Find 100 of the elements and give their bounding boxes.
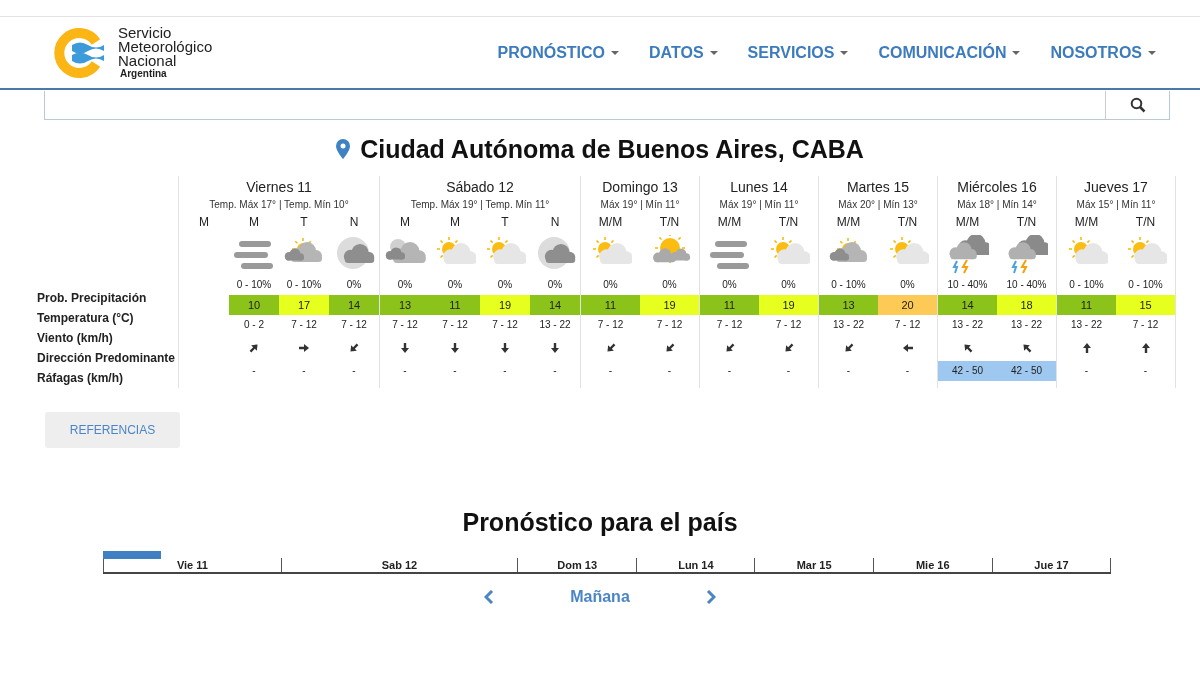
timeline-day[interactable]: Vie 11 xyxy=(103,558,281,572)
precipitation-value: 10 - 40% xyxy=(947,279,988,290)
wind-value: 13 - 22 xyxy=(1010,319,1043,330)
nav-menu-item[interactable]: DATOS xyxy=(649,43,718,62)
precipitation-value: 0% xyxy=(662,279,677,290)
row-label: Temperatura (°C) xyxy=(37,310,134,327)
search-icon xyxy=(1129,97,1146,113)
row-label: Dirección Predominante xyxy=(37,350,176,367)
temperature-cell: 14 xyxy=(530,295,580,315)
period-label: M xyxy=(400,214,410,231)
nav-menu-item[interactable]: COMUNICACIÓN xyxy=(878,43,1021,62)
timeline-day[interactable]: Mie 16 xyxy=(872,558,992,572)
period-label: N xyxy=(550,214,560,231)
day-name: Lunes 14 xyxy=(730,178,788,196)
precipitation-value: 0% xyxy=(397,279,413,290)
chevron-right-icon xyxy=(705,590,716,604)
temperature-cell: 17 xyxy=(279,295,329,315)
wind-value: 13 - 22 xyxy=(539,319,571,330)
period-label: N xyxy=(349,214,359,231)
period-label: T/N xyxy=(659,214,680,231)
day-summary: Máx 19° | Mín 11° xyxy=(719,198,799,212)
day-name: Domingo 13 xyxy=(602,178,678,196)
temperature-cell: 18 xyxy=(997,295,1056,315)
temperature-cell: 19 xyxy=(640,295,699,315)
temperature-cell: 14 xyxy=(938,295,997,315)
nav-menu-item[interactable]: SERVICIOS xyxy=(747,43,849,62)
temperature-cell: 11 xyxy=(430,295,480,315)
gust-value: - xyxy=(402,364,408,378)
temperature-cell: 11 xyxy=(581,295,640,315)
caret-icon xyxy=(1012,50,1021,55)
timeline-day[interactable]: Lun 14 xyxy=(636,558,755,572)
temperature-cell: 15 xyxy=(1116,295,1175,315)
wind-value: 0 - 2 xyxy=(244,319,264,330)
precipitation-value: 0% xyxy=(781,279,796,290)
day-name: Sábado 12 xyxy=(446,178,514,196)
gust-value: - xyxy=(904,364,911,378)
period-label: M/M xyxy=(1074,214,1099,231)
temperature-cell: 19 xyxy=(480,295,530,315)
day-summary: Máx 19° | Mín 11° xyxy=(600,198,680,212)
previous-button[interactable] xyxy=(484,590,495,604)
row-label: Ráfagas (km/h) xyxy=(37,370,124,387)
next-button[interactable] xyxy=(705,590,716,604)
day-summary: Máx 20° | Mín 13° xyxy=(838,198,918,212)
logo-text: Nacional xyxy=(118,54,177,68)
temperature-cell: 11 xyxy=(1057,295,1116,315)
gust-value: - xyxy=(785,364,792,378)
wind-value: 7 - 12 xyxy=(597,319,624,330)
nav-menu-item[interactable]: NOSOTROS xyxy=(1050,43,1156,62)
gust-value: - xyxy=(845,364,852,378)
timeline-day[interactable]: Dom 13 xyxy=(517,558,637,572)
period-label: T/N xyxy=(1135,214,1156,231)
gust-value: - xyxy=(1083,364,1090,378)
temperature-cell: 13 xyxy=(380,295,430,315)
day-name: Jueves 17 xyxy=(1084,178,1148,196)
gust-value: - xyxy=(726,364,733,378)
timeline-day[interactable]: Mar 15 xyxy=(754,558,873,572)
wind-value: 7 - 12 xyxy=(716,319,743,330)
day-summary: Temp. Máx 17° | Temp. Mín 10° xyxy=(209,198,349,212)
temperature-cell: 11 xyxy=(700,295,759,315)
period-label: T/N xyxy=(1016,214,1037,231)
day-summary: Máx 18° | Mín 14° xyxy=(957,198,1037,212)
logo-text: Meteorológico xyxy=(118,40,213,54)
timeline-day[interactable]: Sab 12 xyxy=(280,558,518,572)
precipitation-value: 0% xyxy=(346,279,362,290)
gust-value: - xyxy=(552,364,558,378)
precipitation-value: 0 - 10% xyxy=(236,279,272,290)
wind-value: 7 - 12 xyxy=(442,319,468,330)
precipitation-value: 0 - 10% xyxy=(831,279,866,290)
precipitation-value: 0 - 10% xyxy=(286,279,322,290)
location-pin-icon xyxy=(336,139,351,159)
wind-value: 7 - 12 xyxy=(1132,319,1159,330)
precipitation-value: 0% xyxy=(447,279,463,290)
wind-value: 13 - 22 xyxy=(1070,319,1103,330)
period-label: M xyxy=(199,214,209,231)
precipitation-value: 0% xyxy=(497,279,513,290)
gust-value: - xyxy=(452,364,458,378)
row-label: Viento (km/h) xyxy=(37,330,113,347)
gust-value: - xyxy=(502,364,508,378)
gust-alert-cell: 42 - 50 xyxy=(997,361,1056,381)
wind-value: 7 - 12 xyxy=(775,319,802,330)
timeline-bar[interactable]: Vie 11 Sab 12 Dom 13 Lun 14 Mar 15 Mie 16 Jue 17 xyxy=(103,551,1111,574)
search-field[interactable] xyxy=(44,91,1170,120)
temperature-cell: 19 xyxy=(759,295,818,315)
location-title: Ciudad Autónoma de Buenos Aires, CABA xyxy=(360,134,864,164)
period-label: T/N xyxy=(897,214,918,231)
temperature-cell: 14 xyxy=(329,295,379,315)
gust-value: - xyxy=(666,364,673,378)
temperature-cell: 13 xyxy=(819,295,878,315)
timeline-day[interactable]: Jue 17 xyxy=(991,558,1112,572)
period-label: M xyxy=(249,214,259,231)
temperature-cell: 10 xyxy=(229,295,279,315)
wind-value: 7 - 12 xyxy=(341,319,367,330)
caret-icon xyxy=(611,50,620,55)
period-label: Mañana xyxy=(570,588,630,606)
wind-value: 7 - 12 xyxy=(656,319,683,330)
nav-menu-item[interactable]: PRONÓSTICO xyxy=(497,43,620,62)
precipitation-value: 0 - 10% xyxy=(1069,279,1104,290)
gust-alert-cell: 42 - 50 xyxy=(938,361,997,381)
precipitation-value: 0% xyxy=(722,279,737,290)
period-label: M/M xyxy=(598,214,623,231)
